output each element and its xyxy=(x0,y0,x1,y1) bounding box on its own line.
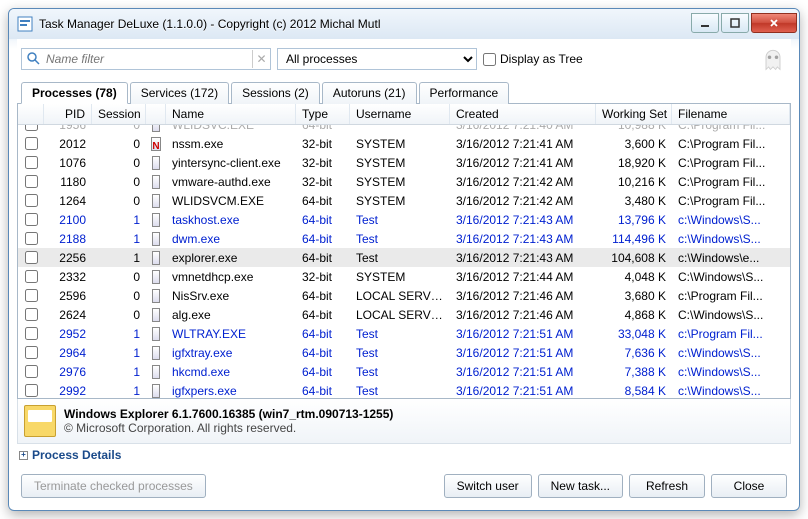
table-row[interactable]: 21881dwm.exe64-bitTest3/16/2012 7:21:43 … xyxy=(18,229,790,248)
col-filename[interactable]: Filename xyxy=(672,104,790,124)
col-session[interactable]: Session xyxy=(92,104,146,124)
process-icon xyxy=(152,213,160,227)
clear-filter-icon[interactable]: ✕ xyxy=(252,50,270,68)
refresh-button[interactable]: Refresh xyxy=(629,474,705,498)
titlebar[interactable]: Task Manager DeLuxe (1.1.0.0) - Copyrigh… xyxy=(9,9,799,39)
toolbar: ✕ All processes Display as Tree xyxy=(17,39,791,79)
process-icon: N xyxy=(151,137,160,151)
detail-bar: Windows Explorer 6.1.7600.16385 (win7_rt… xyxy=(17,399,791,444)
close-app-button[interactable]: Close xyxy=(711,474,787,498)
table-row[interactable]: 20120Nnssm.exe32-bitSYSTEM3/16/2012 7:21… xyxy=(18,134,790,153)
row-checkbox[interactable] xyxy=(25,213,38,226)
filter-box[interactable]: ✕ xyxy=(21,48,271,70)
row-checkbox[interactable] xyxy=(25,125,38,131)
new-task-button[interactable]: New task... xyxy=(538,474,623,498)
maximize-button[interactable] xyxy=(721,13,749,33)
table-row[interactable]: 23320vmnetdhcp.exe32-bitSYSTEM3/16/2012 … xyxy=(18,267,790,286)
tab[interactable]: Processes (78) xyxy=(21,82,128,104)
grid-header[interactable]: PID Session Name Type Username Created W… xyxy=(18,104,790,125)
close-button[interactable] xyxy=(751,13,797,33)
process-icon xyxy=(152,270,160,284)
table-row[interactable]: 25960NisSrv.exe64-bitLOCAL SERVICE3/16/2… xyxy=(18,286,790,305)
process-icon xyxy=(152,384,160,398)
row-checkbox[interactable] xyxy=(25,327,38,340)
row-checkbox[interactable] xyxy=(25,232,38,245)
table-row[interactable]: 19560WLIDSVC.EXE64-bit3/16/2012 7:21:40 … xyxy=(18,125,790,134)
button-bar: Terminate checked processes Switch user … xyxy=(17,466,791,502)
process-icon xyxy=(152,251,160,265)
process-icon xyxy=(152,125,160,132)
process-icon xyxy=(152,308,160,322)
minimize-button[interactable] xyxy=(691,13,719,33)
table-row[interactable]: 29921igfxpers.exe64-bitTest3/16/2012 7:2… xyxy=(18,381,790,398)
row-checkbox[interactable] xyxy=(25,365,38,378)
row-checkbox[interactable] xyxy=(25,289,38,302)
tab[interactable]: Autoruns (21) xyxy=(322,82,417,104)
window-title: Task Manager DeLuxe (1.1.0.0) - Copyrigh… xyxy=(39,17,691,31)
row-checkbox[interactable] xyxy=(25,270,38,283)
search-icon xyxy=(26,51,42,67)
app-window: Task Manager DeLuxe (1.1.0.0) - Copyrigh… xyxy=(8,8,800,511)
process-icon xyxy=(152,175,160,189)
process-icon xyxy=(152,346,160,360)
process-icon xyxy=(152,289,160,303)
ghost-icon xyxy=(759,45,787,73)
row-checkbox[interactable] xyxy=(25,137,38,150)
tab-bar: Processes (78)Services (172)Sessions (2)… xyxy=(17,81,791,104)
row-checkbox[interactable] xyxy=(25,194,38,207)
filter-input[interactable] xyxy=(46,50,252,68)
table-row[interactable]: 21001taskhost.exe64-bitTest3/16/2012 7:2… xyxy=(18,210,790,229)
display-tree-checkbox[interactable] xyxy=(483,53,496,66)
detail-copyright: © Microsoft Corporation. All rights rese… xyxy=(64,421,393,435)
tab[interactable]: Sessions (2) xyxy=(231,82,320,104)
tab[interactable]: Services (172) xyxy=(130,82,229,104)
process-grid: PID Session Name Type Username Created W… xyxy=(17,104,791,399)
table-row[interactable]: 29641igfxtray.exe64-bitTest3/16/2012 7:2… xyxy=(18,343,790,362)
plus-icon: + xyxy=(19,451,28,460)
col-type[interactable]: Type xyxy=(296,104,350,124)
col-workingset[interactable]: Working Set xyxy=(596,104,672,124)
table-row[interactable]: 26240alg.exe64-bitLOCAL SERVICE3/16/2012… xyxy=(18,305,790,324)
table-row[interactable]: 29521WLTRAY.EXE64-bitTest3/16/2012 7:21:… xyxy=(18,324,790,343)
process-icon xyxy=(152,327,160,341)
process-details-expander[interactable]: + Process Details xyxy=(17,444,791,466)
col-username[interactable]: Username xyxy=(350,104,450,124)
table-row[interactable]: 22561explorer.exe64-bitTest3/16/2012 7:2… xyxy=(18,248,790,267)
col-name[interactable]: Name xyxy=(166,104,296,124)
process-filter-combo[interactable]: All processes xyxy=(277,48,477,70)
tab[interactable]: Performance xyxy=(419,82,510,104)
switch-user-button[interactable]: Switch user xyxy=(444,474,532,498)
process-icon xyxy=(152,194,160,208)
folder-icon xyxy=(24,405,56,437)
terminate-button[interactable]: Terminate checked processes xyxy=(21,474,206,498)
table-row[interactable]: 10760yintersync-client.exe32-bitSYSTEM3/… xyxy=(18,153,790,172)
col-pid[interactable]: PID xyxy=(44,104,92,124)
process-icon xyxy=(152,365,160,379)
app-icon xyxy=(17,16,33,32)
process-icon xyxy=(152,156,160,170)
row-checkbox[interactable] xyxy=(25,384,38,397)
table-row[interactable]: 11800vmware-authd.exe32-bitSYSTEM3/16/20… xyxy=(18,172,790,191)
table-row[interactable]: 29761hkcmd.exe64-bitTest3/16/2012 7:21:5… xyxy=(18,362,790,381)
col-created[interactable]: Created xyxy=(450,104,596,124)
display-tree-toggle[interactable]: Display as Tree xyxy=(483,52,583,66)
row-checkbox[interactable] xyxy=(25,308,38,321)
grid-body[interactable]: 19560WLIDSVC.EXE64-bit3/16/2012 7:21:40 … xyxy=(18,125,790,398)
row-checkbox[interactable] xyxy=(25,346,38,359)
row-checkbox[interactable] xyxy=(25,156,38,169)
detail-title: Windows Explorer 6.1.7600.16385 (win7_rt… xyxy=(64,407,393,421)
table-row[interactable]: 12640WLIDSVCM.EXE64-bitSYSTEM3/16/2012 7… xyxy=(18,191,790,210)
row-checkbox[interactable] xyxy=(25,251,38,264)
process-icon xyxy=(152,232,160,246)
row-checkbox[interactable] xyxy=(25,175,38,188)
